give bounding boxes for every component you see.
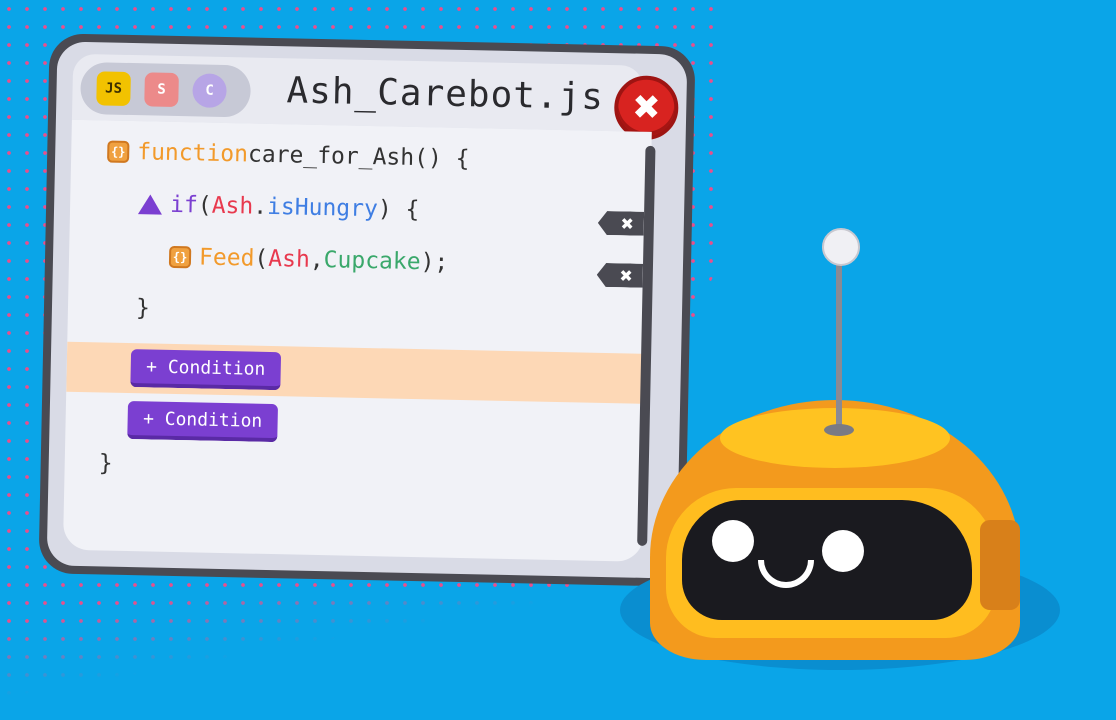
call-name: Feed	[198, 244, 255, 272]
file-title: Ash_Carebot.js	[286, 70, 605, 118]
function-block-icon: {}	[107, 140, 130, 163]
robot-antenna	[836, 250, 842, 430]
antenna-base	[824, 424, 854, 436]
if-dot: .	[252, 193, 268, 220]
if-close: ) {	[377, 196, 420, 224]
code-area: {} function care_for_Ash() { if ( Ash . …	[62, 119, 652, 562]
antenna-bulb	[822, 228, 860, 266]
add-condition-button[interactable]: + Condition	[130, 349, 282, 391]
call-arg-cupcake: Cupcake	[323, 247, 421, 276]
call-arg-ash: Ash	[268, 245, 311, 273]
code-editor-window: JS S C Ash_Carebot.js ✖ {} function care…	[38, 33, 696, 587]
robot-side-panel	[980, 520, 1020, 610]
csharp-icon[interactable]: C	[192, 73, 227, 109]
feed-line[interactable]: {} Feed ( Ash , Cupcake );	[168, 244, 449, 276]
if-closing-brace: }	[135, 295, 151, 322]
background-fade-bottom	[0, 600, 720, 720]
if-line[interactable]: if ( Ash . isHungry ) {	[137, 191, 420, 224]
robot-top-dome	[720, 408, 950, 468]
add-condition-button[interactable]: + Condition	[127, 401, 279, 443]
call-comma: ,	[309, 246, 324, 274]
function-line[interactable]: {} function care_for_Ash() {	[107, 139, 470, 173]
if-keyword: if	[169, 191, 199, 219]
robot-right-eye	[822, 530, 864, 572]
function-signature: care_for_Ash() {	[247, 141, 470, 173]
call-open-paren: (	[254, 245, 269, 272]
call-close: );	[420, 249, 449, 276]
if-object: Ash	[211, 192, 254, 220]
javascript-icon[interactable]: JS	[96, 71, 131, 106]
swift-icon[interactable]: S	[144, 72, 179, 108]
function-keyword: function	[136, 139, 249, 168]
if-open-paren: (	[197, 192, 212, 219]
carebot-robot	[620, 220, 1080, 680]
language-selector: JS S C	[80, 61, 252, 118]
function-closing-brace: }	[98, 450, 113, 477]
condition-triangle-icon	[137, 194, 163, 215]
if-property: isHungry	[266, 193, 379, 223]
robot-left-eye	[712, 520, 754, 562]
call-block-icon: {}	[168, 245, 192, 269]
